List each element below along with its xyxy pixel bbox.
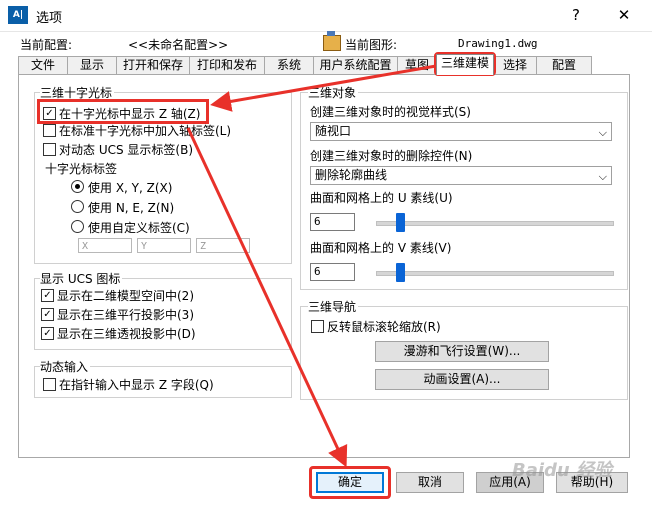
watermark: Baidu 经验 bbox=[511, 460, 612, 481]
v-isolines-input[interactable]: 6 bbox=[310, 263, 355, 281]
tab-display[interactable]: 显示 bbox=[67, 56, 117, 74]
dynamic-input-group-title: 动态输入 bbox=[40, 358, 91, 375]
tab-plot-publish[interactable]: 打印和发布 bbox=[189, 56, 265, 74]
reverse-wheel-label: 反转鼠标滚轮缩放(R) bbox=[327, 320, 441, 334]
tab-files[interactable]: 文件 bbox=[18, 56, 68, 74]
reverse-wheel-checkbox[interactable] bbox=[311, 320, 324, 333]
u-isolines-label: 曲面和网格上的 U 素线(U) bbox=[310, 191, 453, 205]
ucs-3d-parallel-label: 显示在三维平行投影中(3) bbox=[57, 308, 194, 322]
radio-use-custom-label: 使用自定义标签(C) bbox=[88, 221, 190, 235]
u-isolines-slider-thumb[interactable] bbox=[395, 213, 405, 232]
cancel-button[interactable]: 取消 bbox=[396, 472, 464, 493]
custom-label-x-input[interactable]: X bbox=[78, 238, 132, 253]
u-isolines-slider-track[interactable] bbox=[376, 221, 614, 226]
visual-style-label: 创建三维对象时的视觉样式(S) bbox=[310, 105, 471, 119]
window-title: 选项 bbox=[36, 11, 63, 26]
crosshair-labels-title: 十字光标标签 bbox=[45, 162, 118, 176]
pointer-z-field-label: 在指针输入中显示 Z 字段(Q) bbox=[59, 378, 214, 392]
ucs-3d-perspective-label: 显示在三维透视投影中(D) bbox=[57, 327, 196, 341]
deletion-control-value: 删除轮廓曲线 bbox=[315, 168, 388, 182]
dynamic-ucs-labels-checkbox[interactable] bbox=[43, 143, 56, 156]
visual-style-select[interactable]: 随视口 ⌵ bbox=[310, 122, 612, 141]
custom-label-y-input[interactable]: Y bbox=[137, 238, 191, 253]
v-isolines-slider-thumb[interactable] bbox=[395, 263, 405, 282]
tab-profiles[interactable]: 配置 bbox=[536, 56, 592, 74]
chevron-down-icon: ⌵ bbox=[598, 170, 607, 183]
tab-open-save[interactable]: 打开和保存 bbox=[116, 56, 190, 74]
dynamic-ucs-labels-label: 对动态 UCS 显示标签(B) bbox=[59, 143, 194, 157]
axis-labels-checkbox[interactable] bbox=[43, 124, 56, 137]
annotation-box-ok bbox=[309, 466, 391, 499]
ucs-2d-model-checkbox[interactable] bbox=[41, 289, 54, 302]
current-profile-value: <<未命名配置>> bbox=[128, 38, 229, 52]
radio-use-xyz[interactable] bbox=[71, 180, 84, 193]
deletion-control-select[interactable]: 删除轮廓曲线 ⌵ bbox=[310, 166, 612, 185]
axis-labels-label: 在标准十字光标中加入轴标签(L) bbox=[59, 124, 232, 138]
tab-system[interactable]: 系统 bbox=[264, 56, 314, 74]
u-isolines-input[interactable]: 6 bbox=[310, 213, 355, 231]
radio-use-nez-label: 使用 N, E, Z(N) bbox=[88, 201, 175, 215]
ucs-3d-perspective-checkbox[interactable] bbox=[41, 327, 54, 340]
current-drawing-label: 当前图形: bbox=[345, 38, 398, 52]
tab-user-preferences[interactable]: 用户系统配置 bbox=[313, 56, 398, 74]
drawing-icon bbox=[323, 31, 341, 51]
current-profile-label: 当前配置: bbox=[20, 38, 73, 52]
tab-drafting[interactable]: 草图 bbox=[397, 56, 437, 74]
visual-style-value: 随视口 bbox=[315, 124, 352, 138]
close-icon[interactable]: ✕ bbox=[604, 2, 644, 28]
chevron-down-icon: ⌵ bbox=[598, 126, 607, 139]
title-bar bbox=[0, 0, 652, 32]
tab-selection[interactable]: 选择 bbox=[493, 56, 537, 74]
ucs-3d-parallel-checkbox[interactable] bbox=[41, 308, 54, 321]
tab-strip: 文件 显示 打开和保存 打印和发布 系统 用户系统配置 草图 三维建模 选择 配… bbox=[18, 54, 592, 75]
radio-use-xyz-label: 使用 X, Y, Z(X) bbox=[88, 181, 173, 195]
deletion-control-label: 创建三维对象时的删除控件(N) bbox=[310, 149, 473, 163]
animation-settings-button[interactable]: 动画设置(A)... bbox=[375, 369, 549, 390]
walk-fly-settings-button[interactable]: 漫游和飞行设置(W)... bbox=[375, 341, 549, 362]
navigation-3d-group-title: 三维导航 bbox=[308, 298, 359, 315]
help-icon[interactable]: ? bbox=[556, 2, 596, 28]
pointer-z-field-checkbox[interactable] bbox=[43, 378, 56, 391]
radio-use-custom[interactable] bbox=[71, 220, 84, 233]
annotation-box-show-z bbox=[37, 99, 209, 124]
objects-3d-group-title: 三维对象 bbox=[308, 84, 359, 101]
ucs-icon-group-title: 显示 UCS 图标 bbox=[40, 270, 123, 287]
autocad-app-icon: A| bbox=[8, 6, 28, 24]
v-isolines-label: 曲面和网格上的 V 素线(V) bbox=[310, 241, 452, 255]
current-drawing-value: Drawing1.dwg bbox=[458, 37, 538, 50]
radio-use-nez[interactable] bbox=[71, 200, 84, 213]
ucs-2d-model-label: 显示在二维模型空间中(2) bbox=[57, 289, 194, 303]
custom-label-z-input[interactable]: Z bbox=[196, 238, 250, 253]
v-isolines-slider-track[interactable] bbox=[376, 271, 614, 276]
tab-3d-modeling[interactable]: 三维建模 bbox=[436, 54, 494, 75]
